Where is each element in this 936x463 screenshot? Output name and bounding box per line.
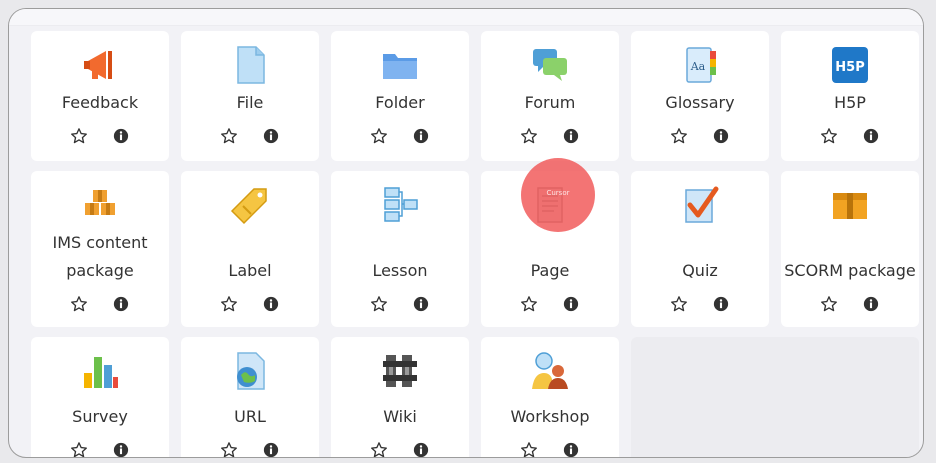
- star-icon[interactable]: [68, 293, 90, 315]
- tile-feedback[interactable]: Feedback: [31, 31, 169, 161]
- tile-label: Lesson: [372, 261, 428, 280]
- tag-icon: [230, 185, 270, 225]
- cursor-label: Cursor: [546, 189, 570, 197]
- glossary-icon: Aa: [680, 45, 720, 85]
- tile-ims-content-package[interactable]: IMS content package: [31, 171, 169, 327]
- info-icon[interactable]: [110, 439, 132, 457]
- tile-forum[interactable]: Forum: [481, 31, 619, 161]
- info-icon[interactable]: [710, 293, 732, 315]
- info-icon[interactable]: [710, 125, 732, 147]
- top-strip: [9, 9, 923, 26]
- star-icon[interactable]: [218, 293, 240, 315]
- tile-lesson[interactable]: Lesson: [331, 171, 469, 327]
- tile-quiz[interactable]: Quiz: [631, 171, 769, 327]
- tile-label: H5P: [834, 93, 866, 112]
- star-icon[interactable]: [668, 125, 690, 147]
- tile-wiki[interactable]: Wiki: [331, 337, 469, 457]
- tile-label: Quiz: [682, 261, 718, 280]
- info-icon[interactable]: [410, 125, 432, 147]
- info-icon[interactable]: [110, 125, 132, 147]
- star-icon[interactable]: [368, 439, 390, 457]
- tile-scorm-package[interactable]: SCORM package: [781, 171, 919, 327]
- info-icon[interactable]: [560, 293, 582, 315]
- star-icon[interactable]: [518, 125, 540, 147]
- info-icon[interactable]: [860, 125, 882, 147]
- tile-url[interactable]: URL: [181, 337, 319, 457]
- info-icon[interactable]: [410, 293, 432, 315]
- info-icon[interactable]: [860, 293, 882, 315]
- package-icon: [80, 185, 120, 225]
- svg-text:H5P: H5P: [835, 60, 864, 75]
- h5p-icon: H5P: [830, 45, 870, 85]
- tile-label: File: [236, 93, 264, 112]
- svg-text:Aa: Aa: [690, 60, 706, 73]
- tile-label: Page: [530, 261, 570, 280]
- tile-workshop[interactable]: Workshop: [481, 337, 619, 457]
- star-icon[interactable]: [818, 293, 840, 315]
- star-icon[interactable]: [368, 125, 390, 147]
- click-cursor-indicator: Cursor: [521, 158, 595, 232]
- info-icon[interactable]: [410, 439, 432, 457]
- info-icon[interactable]: [260, 125, 282, 147]
- tile-label-line2: package: [66, 261, 134, 280]
- tile-label: Feedback: [61, 93, 139, 112]
- tile-h5p[interactable]: H5P H5P: [781, 31, 919, 161]
- tile-label: Workshop: [510, 407, 590, 426]
- wiki-icon: [380, 351, 420, 391]
- tile-label[interactable]: Label: [181, 171, 319, 327]
- star-icon[interactable]: [68, 439, 90, 457]
- scorm-box-icon: [830, 185, 870, 225]
- url-globe-icon: [230, 351, 270, 391]
- folder-icon: [380, 45, 420, 85]
- tile-folder[interactable]: Folder: [331, 31, 469, 161]
- tile-label: Label: [228, 261, 272, 280]
- star-icon[interactable]: [518, 439, 540, 457]
- star-icon[interactable]: [218, 125, 240, 147]
- info-icon[interactable]: [110, 293, 132, 315]
- quiz-icon: [680, 185, 720, 225]
- activity-chooser-panel: Feedback File Folder Forum Aa Glossary H…: [8, 8, 924, 458]
- tile-survey[interactable]: Survey: [31, 337, 169, 457]
- tile-label-line1: IMS content: [52, 233, 148, 252]
- star-icon[interactable]: [68, 125, 90, 147]
- empty-area: [631, 337, 919, 457]
- star-icon[interactable]: [518, 293, 540, 315]
- tile-file[interactable]: File: [181, 31, 319, 161]
- tile-glossary[interactable]: Aa Glossary: [631, 31, 769, 161]
- star-icon[interactable]: [368, 293, 390, 315]
- info-icon[interactable]: [560, 125, 582, 147]
- workshop-people-icon: [530, 351, 570, 391]
- tile-label: Glossary: [665, 93, 735, 112]
- forum-icon: [530, 45, 570, 85]
- info-icon[interactable]: [260, 439, 282, 457]
- tile-label: Survey: [72, 407, 128, 426]
- lesson-icon: [380, 185, 420, 225]
- bar-chart-icon: [80, 351, 120, 391]
- star-icon[interactable]: [218, 439, 240, 457]
- tile-label: SCORM package: [784, 261, 916, 280]
- file-icon: [230, 45, 270, 85]
- tile-label: URL: [234, 407, 266, 426]
- star-icon[interactable]: [668, 293, 690, 315]
- tile-label: Forum: [524, 93, 576, 112]
- tile-label: Wiki: [383, 407, 417, 426]
- megaphone-icon: [80, 45, 120, 85]
- info-icon[interactable]: [260, 293, 282, 315]
- star-icon[interactable]: [818, 125, 840, 147]
- info-icon[interactable]: [560, 439, 582, 457]
- tile-label: Folder: [375, 93, 425, 112]
